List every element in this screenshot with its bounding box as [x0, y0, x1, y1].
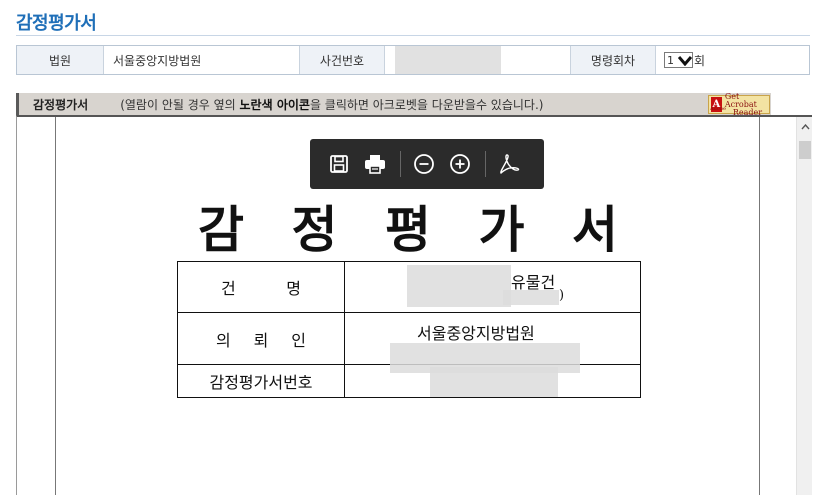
label-char: 건	[221, 279, 236, 298]
order-round-cell: 1 회	[656, 46, 809, 74]
acrobat-download-note: (열람이 안될 경우 옆의 노란색 아이콘을 클릭하면 아크로벳을 다운받을수 …	[120, 96, 543, 113]
label-char: 명	[286, 279, 301, 298]
redacted-block	[430, 367, 558, 397]
scrollbar-thumb[interactable]	[799, 141, 811, 159]
zoom-in-icon[interactable]	[447, 151, 473, 177]
label-char: 뢰	[253, 330, 269, 350]
table-row: 의 뢰 인 서울중앙지방법원	[177, 312, 641, 373]
get-acrobat-reader-button[interactable]: A Get Acrobat Reader Adobe	[708, 91, 770, 116]
item-name-text: 유물건	[511, 273, 556, 292]
heading-char: 감	[198, 200, 244, 259]
table-row: 건 명 유물건 )	[177, 261, 641, 313]
court-value: 서울중앙지방법원	[104, 46, 300, 74]
item-name-value: 유물건 )	[344, 261, 641, 313]
table-row: 감정평가서번호	[177, 364, 641, 398]
toolbar-separator	[400, 151, 401, 177]
note-prefix: (열람이 안될 경우 옆의	[120, 97, 240, 112]
redacted-block	[407, 265, 511, 307]
order-round-suffix: 회	[694, 53, 706, 68]
redacted-case-number	[395, 46, 501, 74]
note-bold: 노란색 아이콘	[239, 97, 310, 112]
chevron-down-icon	[678, 53, 692, 67]
viewer-scrollbar[interactable]	[796, 117, 812, 495]
note-suffix: 을 클릭하면 아크로벳을 다운받을수 있습니다.)	[309, 97, 544, 112]
order-round-select[interactable]: 1	[664, 52, 693, 68]
title-divider	[16, 35, 810, 36]
heading-char: 서	[572, 200, 618, 259]
heading-char: 가	[478, 200, 525, 259]
label-char: 인	[291, 330, 306, 350]
save-icon[interactable]	[326, 151, 352, 177]
document-heading: 감 정 평 가 서	[198, 190, 618, 262]
heading-char: 평	[385, 200, 431, 259]
acrobat-icon[interactable]	[496, 151, 522, 177]
badge-vendor: Adobe	[710, 106, 726, 112]
case-number-label: 사건번호	[300, 46, 385, 74]
toolbar-separator	[485, 151, 486, 177]
page-title: 감정평가서	[16, 13, 97, 34]
pdf-toolbar	[310, 139, 544, 189]
page-right-edge	[759, 117, 760, 495]
case-number-value	[385, 46, 571, 74]
heading-char: 정	[291, 200, 338, 259]
client-label: 의 뢰 인	[177, 312, 345, 365]
item-name-label: 건 명	[177, 261, 345, 313]
order-round-label: 명령회차	[571, 46, 656, 74]
label-char: 의	[216, 330, 231, 350]
appraisal-number-value	[344, 364, 641, 398]
appraisal-number-label: 감정평가서번호	[177, 364, 345, 398]
appraisal-summary-table: 건 명 유물건 ) 의 뢰 인 서울중앙지방법원 감정평가서번호	[177, 261, 641, 398]
court-label: 법원	[17, 46, 104, 74]
client-value: 서울중앙지방법원	[344, 312, 641, 373]
document-header-bar: 감정평가서 (열람이 안될 경우 옆의 노란색 아이콘을 클릭하면 아크로벳을 …	[16, 93, 771, 115]
order-round-selected: 1	[667, 53, 674, 67]
print-icon[interactable]	[362, 151, 388, 177]
page-left-edge	[55, 117, 56, 495]
zoom-out-icon[interactable]	[411, 151, 437, 177]
item-name-text-2: )	[559, 288, 565, 303]
client-text: 서울중앙지방법원	[417, 324, 535, 343]
badge-line-1: Get Acrobat	[724, 91, 757, 109]
case-info-table: 법원 서울중앙지방법원 사건번호 명령회차 1 회	[16, 45, 810, 75]
scroll-up-icon[interactable]	[797, 121, 813, 133]
document-bar-title: 감정평가서	[33, 97, 89, 112]
